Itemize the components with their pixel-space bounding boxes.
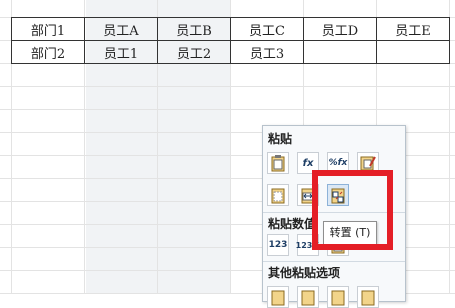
grid-row-line: [0, 109, 455, 110]
paste-format-icon[interactable]: [357, 286, 379, 308]
table-row: 部门2 员工1 员工2 员工3: [11, 40, 450, 64]
table-cell[interactable]: 部门2: [11, 40, 85, 64]
section-title-paste: 粘贴: [268, 132, 293, 146]
section-title-other-paste-options: 其他粘贴选项: [268, 266, 341, 280]
highlight-annotation-box: [312, 170, 393, 250]
table-cell[interactable]: [303, 40, 377, 64]
paste-link-icon[interactable]: [267, 286, 289, 308]
paste-no-borders-icon[interactable]: [267, 184, 289, 206]
table-cell[interactable]: 员工D: [303, 17, 377, 41]
table-cell[interactable]: 员工1: [84, 40, 158, 64]
table-cell[interactable]: 员工B: [157, 17, 231, 41]
value-label: 123: [268, 240, 288, 250]
table-cell[interactable]: 部门1: [11, 17, 85, 41]
paste-values-icon[interactable]: 123: [267, 234, 289, 256]
paste-link-picture-icon[interactable]: [327, 286, 349, 308]
table-cell[interactable]: 员工A: [84, 17, 158, 41]
table-cell[interactable]: 员工E: [376, 17, 450, 41]
menu-separator: [263, 261, 405, 262]
table-cell[interactable]: [376, 40, 450, 64]
table-row: 部门1 员工A 员工B 员工C 员工D 员工E: [11, 17, 450, 41]
paste-icon[interactable]: [267, 152, 289, 174]
table-cell[interactable]: 员工2: [157, 40, 231, 64]
data-table: 部门1 员工A 员工B 员工C 员工D 员工E 部门2 员工1 员工2 员工3: [11, 17, 450, 64]
table-cell[interactable]: 员工3: [230, 40, 304, 64]
percent-fx-label: %fx: [328, 158, 348, 168]
section-title-paste-values: 粘贴数值: [268, 217, 317, 231]
grid-row-line: [0, 86, 455, 87]
fx-label: fx: [302, 157, 314, 169]
paste-picture-icon[interactable]: [297, 286, 319, 308]
table-cell[interactable]: 员工C: [230, 17, 304, 41]
